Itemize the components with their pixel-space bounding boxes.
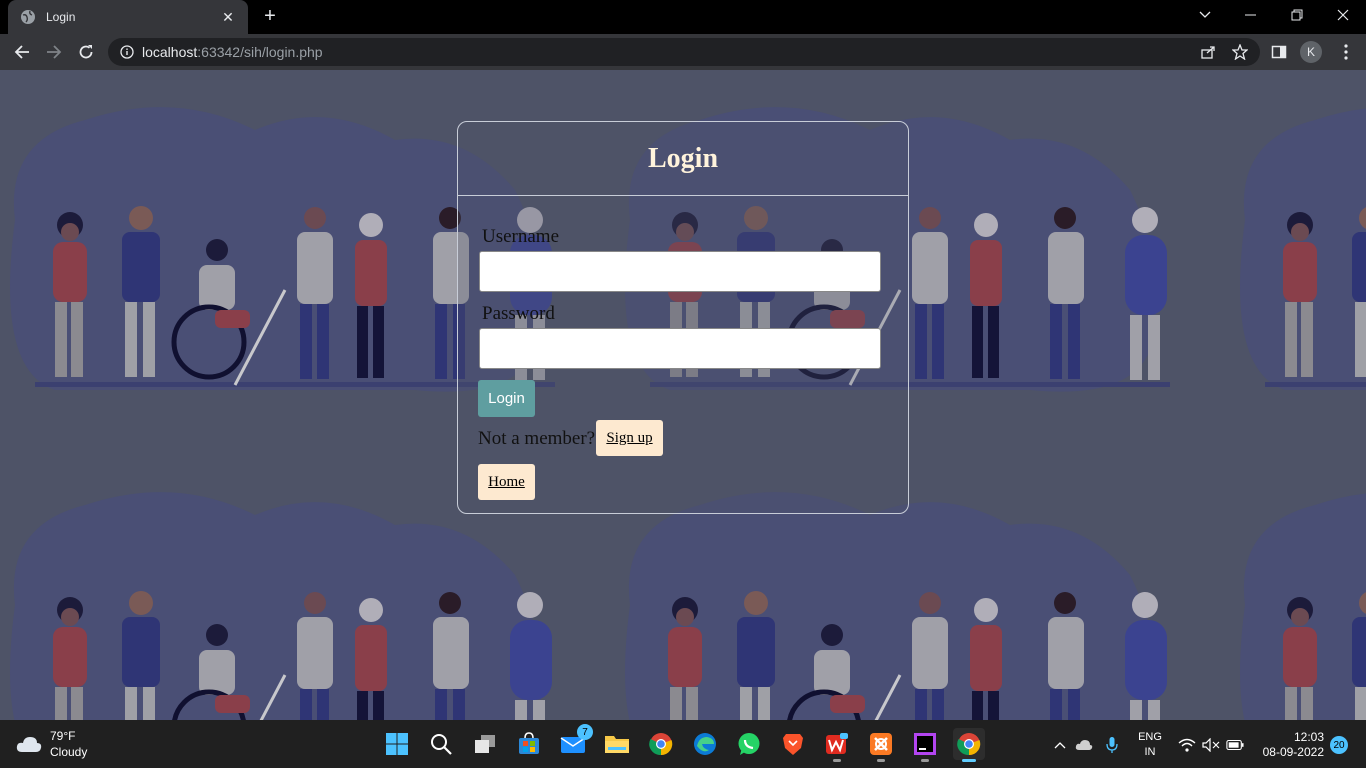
onedrive-icon[interactable] (1075, 736, 1093, 754)
running-indicator (833, 759, 841, 762)
chrome-icon[interactable] (645, 728, 677, 760)
reload-icon[interactable] (74, 40, 98, 64)
show-hidden-icons-chevron-icon[interactable] (1051, 736, 1069, 754)
mail-badge: 7 (577, 724, 593, 740)
site-info-icon[interactable] (120, 45, 134, 59)
speaker-muted-icon[interactable] (1202, 736, 1220, 754)
tab-bar: Login ✕ + (0, 0, 1366, 34)
url-path: :63342/sih/login.php (197, 44, 323, 60)
tab-search-chevron-icon[interactable] (1182, 0, 1228, 30)
login-card-header: Login (458, 122, 908, 196)
username-label: Username (482, 226, 560, 247)
microphone-icon[interactable] (1103, 736, 1121, 754)
browser-toolbar: localhost:63342/sih/login.php K (0, 34, 1366, 70)
task-view-icon[interactable] (469, 728, 501, 760)
bookmark-star-icon[interactable] (1232, 44, 1248, 60)
clock-date: 08-09-2022 (1262, 745, 1324, 759)
lang-region: IN (1144, 746, 1156, 758)
page-viewport: Login Username Password Login Not a memb… (0, 70, 1366, 720)
edge-icon[interactable] (689, 728, 721, 760)
whatsapp-icon[interactable] (733, 728, 765, 760)
start-button[interactable] (381, 728, 413, 760)
brave-browser-icon[interactable] (777, 728, 809, 760)
taskbar-clock[interactable]: 12:03 08-09-2022 (1258, 730, 1324, 760)
forward-arrow-icon[interactable] (42, 40, 66, 64)
restore-icon[interactable] (1274, 0, 1320, 30)
file-explorer-icon[interactable] (601, 728, 633, 760)
close-tab-icon[interactable]: ✕ (220, 9, 236, 25)
clock-time: 12:03 (1293, 730, 1324, 744)
active-indicator (962, 759, 976, 762)
more-menu-icon[interactable] (1338, 44, 1354, 60)
cloud-icon (16, 735, 42, 753)
chrome-profile-active-icon[interactable] (953, 728, 985, 762)
minimize-icon[interactable] (1228, 0, 1274, 30)
notification-count-badge[interactable]: 20 (1330, 736, 1348, 754)
url-host: localhost (142, 44, 198, 60)
running-indicator (921, 759, 929, 762)
lang-code: ENG (1138, 731, 1162, 743)
login-title: Login (647, 142, 719, 174)
weather-widget[interactable]: 79°F Cloudy (16, 728, 87, 760)
new-tab-button[interactable]: + (258, 6, 282, 28)
login-button[interactable]: Login (478, 380, 535, 417)
weather-temp: 79°F (50, 729, 76, 743)
microsoft-store-icon[interactable] (513, 728, 545, 760)
password-input[interactable] (479, 328, 881, 369)
wifi-icon[interactable] (1178, 736, 1196, 754)
input-language-indicator[interactable]: ENG IN (1138, 730, 1162, 760)
not-member-text: Not a member? (478, 428, 596, 449)
home-button[interactable]: Home (478, 464, 535, 500)
profile-avatar[interactable]: K (1300, 41, 1322, 63)
address-bar[interactable]: localhost:63342/sih/login.php (108, 38, 1260, 66)
back-arrow-icon[interactable] (10, 40, 34, 64)
taskbar: 79°F Cloudy 7 ENG IN 12:03 08-09-2022 20 (0, 720, 1366, 768)
login-card: Login Username Password Login Not a memb… (457, 121, 909, 514)
xampp-icon[interactable] (865, 728, 897, 762)
share-icon[interactable] (1200, 44, 1216, 60)
side-panel-icon[interactable] (1271, 44, 1287, 60)
globe-icon (20, 9, 36, 25)
running-indicator (877, 759, 885, 762)
battery-icon[interactable] (1226, 736, 1244, 754)
browser-tab[interactable]: Login ✕ (8, 0, 248, 34)
signup-button[interactable]: Sign up (596, 420, 663, 456)
weather-desc: Cloudy (50, 745, 88, 759)
username-input[interactable] (479, 251, 881, 292)
search-icon[interactable] (425, 728, 457, 760)
wps-office-icon[interactable] (821, 728, 853, 762)
mail-icon[interactable]: 7 (557, 724, 593, 760)
tab-title: Login (46, 10, 76, 24)
password-label: Password (482, 303, 555, 324)
phpstorm-icon[interactable] (909, 728, 941, 762)
close-window-icon[interactable] (1320, 0, 1366, 30)
